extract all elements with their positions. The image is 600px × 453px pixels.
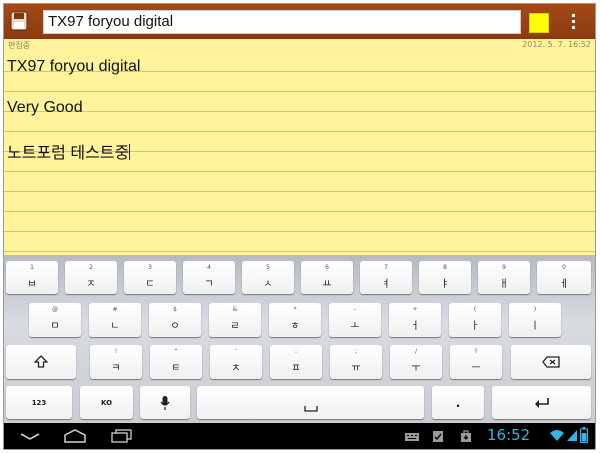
key[interactable]: / ㅜ — [390, 345, 442, 379]
key[interactable]: 7ㅕ — [360, 261, 412, 294]
enter-key[interactable] — [492, 386, 591, 419]
key[interactable]: ; ㅠ — [330, 345, 382, 379]
key[interactable]: ! ㅋ — [90, 345, 142, 379]
note-line-text: 노트포럼 테스트중 — [7, 145, 130, 162]
key[interactable]: " ㅌ — [150, 345, 202, 379]
key[interactable]: + ㅓ — [389, 303, 441, 337]
overflow-menu-icon[interactable] — [567, 12, 579, 32]
key[interactable]: @ ㅁ — [29, 303, 81, 337]
signal-icon — [567, 430, 577, 441]
title-bar: TX97 foryou digital — [4, 4, 595, 39]
tablet-screen: TX97 foryou digital 편집중 2012. 5. 7. 16:5… — [3, 3, 596, 450]
key[interactable]: 0ㅔ — [537, 261, 591, 294]
enter-icon — [534, 397, 549, 408]
battery-icon — [580, 427, 588, 443]
key[interactable]: # ㄴ — [89, 303, 141, 337]
recent-apps-icon[interactable] — [111, 429, 133, 443]
edit-status-label: 편집중 — [8, 41, 31, 50]
key[interactable]: 2ㅈ — [65, 261, 117, 294]
note-line: 노트포럼 테스트중 — [7, 139, 131, 163]
note-editor[interactable]: 편집중 2012. 5. 7. 16:52 TX97 foryou digita… — [4, 39, 595, 255]
backspace-icon — [542, 356, 560, 368]
keyboard-icon — [405, 433, 419, 441]
shift-key[interactable] — [6, 345, 76, 379]
key[interactable]: ' ㅊ — [210, 345, 262, 379]
navigation-bar: 16:52 — [4, 423, 595, 449]
note-line-text: Very Good — [7, 99, 83, 116]
microphone-icon — [160, 395, 170, 410]
key[interactable]: * ㅎ — [269, 303, 321, 337]
color-swatch-button[interactable] — [529, 13, 549, 33]
key[interactable]: & ㄹ — [209, 303, 261, 337]
key[interactable]: 6ㅛ — [301, 261, 353, 294]
note-line-text: TX97 foryou digital — [7, 58, 141, 75]
download-bag-icon — [461, 430, 471, 442]
wifi-icon — [550, 430, 564, 441]
key[interactable]: $ ㅇ — [149, 303, 201, 337]
period-key[interactable]: . — [432, 386, 484, 419]
backspace-key[interactable] — [511, 345, 591, 379]
key[interactable]: (ㅏ — [449, 303, 501, 337]
title-input[interactable]: TX97 foryou digital — [43, 10, 521, 34]
key[interactable]: ? ㅡ — [450, 345, 502, 379]
keyboard: 1ㅂ 2ㅈ 3ㄷ 4ㄱ 5ㅅ 6ㅛ 7ㅕ 8ㅑ 9ㅐ 0ㅔ @ ㅁ # ㄴ $ ㅇ &… — [4, 255, 595, 423]
shift-icon — [34, 355, 48, 368]
note-line: Very Good — [7, 99, 83, 117]
key[interactable]: 3ㄷ — [124, 261, 176, 294]
language-key[interactable]: KO — [80, 386, 133, 419]
note-line: TX97 foryou digital — [7, 58, 140, 76]
space-key[interactable] — [197, 386, 424, 419]
save-icon[interactable] — [10, 11, 28, 31]
key[interactable]: ) ㅣ — [509, 303, 561, 337]
home-icon[interactable] — [62, 429, 88, 443]
clipboard-check-icon — [433, 431, 443, 442]
note-date: 2012. 5. 7. 16:52 — [522, 40, 591, 49]
key[interactable]: 8ㅑ — [419, 261, 471, 294]
voice-input-key[interactable] — [140, 386, 190, 419]
back-icon[interactable] — [19, 431, 41, 441]
key[interactable]: :ㅍ — [270, 345, 322, 379]
status-clock: 16:52 — [487, 426, 531, 444]
space-icon — [303, 406, 318, 412]
key[interactable]: 5ㅅ — [242, 261, 294, 294]
key[interactable]: -ㅗ — [329, 303, 381, 337]
text-cursor — [129, 144, 131, 160]
symbols-key[interactable]: 123 — [6, 386, 72, 419]
key[interactable]: 4ㄱ — [183, 261, 235, 294]
key[interactable]: 9ㅐ — [478, 261, 530, 294]
key[interactable]: 1ㅂ — [6, 261, 58, 294]
